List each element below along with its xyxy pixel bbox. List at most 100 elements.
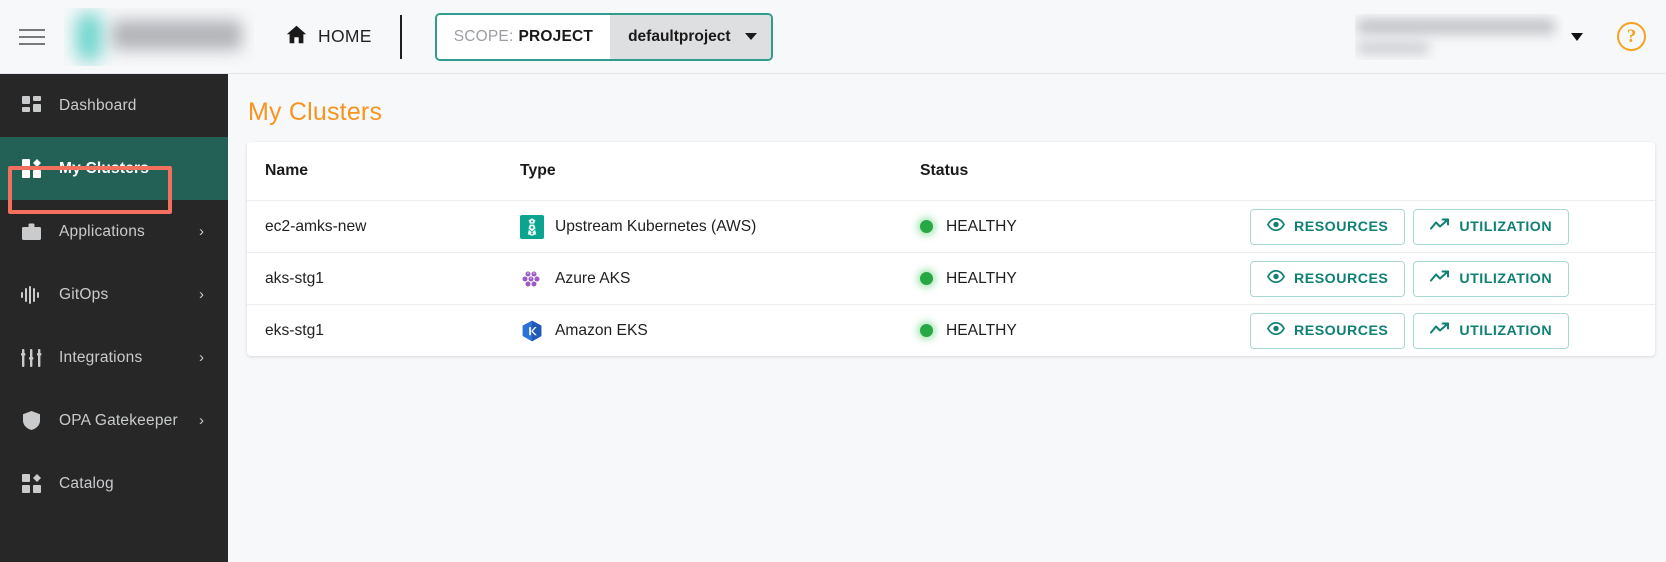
- utilization-button-label: UTILIZATION: [1459, 218, 1553, 235]
- chevron-right-icon: ›: [199, 223, 204, 240]
- app-header: HOME SCOPE: PROJECT defaultproject ?: [0, 0, 1666, 74]
- hamburger-menu-icon[interactable]: [14, 19, 50, 55]
- trend-up-icon: [1430, 218, 1450, 235]
- project-dropdown[interactable]: defaultproject: [610, 14, 771, 59]
- utilization-button[interactable]: UTILIZATION: [1413, 208, 1570, 245]
- waveform-icon: [14, 285, 48, 304]
- status-dot-icon: [920, 220, 933, 233]
- scope-key: SCOPE:: [453, 27, 514, 45]
- resources-button[interactable]: RESOURCES: [1250, 312, 1406, 349]
- utilization-button[interactable]: UTILIZATION: [1413, 260, 1570, 297]
- table-header-row: Name Type Status: [247, 142, 1655, 200]
- cluster-type-label: Amazon EKS: [555, 321, 648, 339]
- cluster-status-cell: HEALTHY: [920, 270, 1250, 288]
- trend-up-icon: [1430, 270, 1450, 287]
- shield-icon: [14, 411, 48, 430]
- sidebar-item-label: Integrations: [59, 348, 143, 366]
- status-dot-icon: [920, 272, 933, 285]
- cluster-type-cell: Upstream Kubernetes (AWS): [520, 214, 920, 239]
- cluster-type-label: Azure AKS: [555, 269, 631, 287]
- sidebar-item-gitops[interactable]: GitOps ›: [0, 263, 228, 326]
- user-role: [1357, 41, 1429, 54]
- home-label: HOME: [318, 26, 372, 46]
- logo-mark: [76, 11, 102, 62]
- resources-button-label: RESOURCES: [1294, 218, 1389, 235]
- cluster-name: aks-stg1: [265, 269, 324, 287]
- sidebar-item-label: My Clusters: [59, 159, 150, 177]
- hamburger-bar: [19, 42, 45, 45]
- row-actions: RESOURCES UTILIZATION: [1250, 260, 1655, 297]
- sliders-icon: [14, 348, 48, 367]
- page-title: My Clusters: [248, 98, 383, 126]
- brand-logo[interactable]: [64, 7, 254, 66]
- user-menu-chevron-down-icon[interactable]: [1571, 32, 1583, 41]
- table-row[interactable]: aks-stg1 Azure AKS HEALTHY RESOURCES UTI…: [247, 252, 1655, 304]
- scope-label-group: SCOPE: PROJECT: [436, 14, 611, 59]
- home-link[interactable]: HOME: [286, 25, 372, 49]
- cluster-type-label: Upstream Kubernetes (AWS): [555, 217, 757, 235]
- header-divider: [399, 14, 402, 59]
- dashboard-grid-icon: [14, 96, 48, 115]
- status-badge: HEALTHY: [946, 217, 1017, 235]
- row-actions: RESOURCES UTILIZATION: [1250, 208, 1655, 245]
- cluster-status-cell: HEALTHY: [920, 218, 1250, 236]
- cluster-type-cell: Azure AKS: [520, 267, 920, 291]
- user-email: [1357, 18, 1555, 34]
- cluster-name: eks-stg1: [265, 321, 324, 339]
- resources-button-label: RESOURCES: [1294, 322, 1389, 339]
- scope-selector[interactable]: SCOPE: PROJECT defaultproject: [434, 12, 773, 61]
- status-badge: HEALTHY: [946, 269, 1017, 287]
- clusters-table-card: Name Type Status ec2-amks-new Upstream K…: [247, 142, 1655, 356]
- sidebar-item-opa-gatekeeper[interactable]: OPA Gatekeeper ›: [0, 389, 228, 452]
- resources-button-label: RESOURCES: [1294, 270, 1389, 287]
- chevron-right-icon: ›: [199, 286, 204, 303]
- sidebar-item-integrations[interactable]: Integrations ›: [0, 326, 228, 389]
- upstream-kubernetes-aws-icon: [520, 214, 544, 239]
- logo-wordmark: [112, 19, 242, 50]
- scope-value: PROJECT: [518, 27, 594, 45]
- resources-button[interactable]: RESOURCES: [1250, 208, 1406, 245]
- user-account-info[interactable]: [1355, 14, 1563, 60]
- cluster-name: ec2-amks-new: [265, 217, 367, 235]
- clusters-grid-icon: [14, 159, 48, 178]
- sidebar-item-label: Catalog: [59, 474, 114, 492]
- sidebar-item-applications[interactable]: Applications ›: [0, 200, 228, 263]
- column-header-type: Type: [520, 162, 556, 179]
- chevron-down-icon: [744, 33, 757, 40]
- eye-icon: [1267, 321, 1285, 339]
- resources-button[interactable]: RESOURCES: [1250, 260, 1406, 297]
- sidebar-item-label: OPA Gatekeeper: [59, 411, 178, 429]
- catalog-grid-icon: [14, 474, 48, 493]
- hamburger-bar: [19, 28, 45, 31]
- sidebar-item-label: GitOps: [59, 285, 109, 303]
- home-icon: [286, 25, 307, 49]
- chevron-right-icon: ›: [199, 412, 204, 429]
- row-actions: RESOURCES UTILIZATION: [1250, 312, 1655, 349]
- utilization-button[interactable]: UTILIZATION: [1413, 312, 1570, 349]
- sidebar-item-label: Applications: [59, 222, 145, 240]
- sidebar-item-my-clusters[interactable]: My Clusters: [0, 137, 228, 200]
- hamburger-bar: [19, 35, 45, 38]
- help-question-icon[interactable]: ?: [1617, 22, 1646, 51]
- sidebar-item-label: Dashboard: [59, 96, 137, 114]
- sidebar-item-catalog[interactable]: Catalog: [0, 452, 228, 515]
- cluster-status-cell: HEALTHY: [920, 322, 1250, 340]
- chevron-right-icon: ›: [199, 349, 204, 366]
- column-header-name: Name: [265, 162, 309, 179]
- briefcase-icon: [14, 223, 48, 241]
- table-row[interactable]: ec2-amks-new Upstream Kubernetes (AWS) H…: [247, 200, 1655, 252]
- utilization-button-label: UTILIZATION: [1459, 270, 1553, 287]
- column-header-status: Status: [920, 162, 969, 179]
- main-content: My Clusters Name Type Status ec2-amks-ne…: [228, 74, 1666, 562]
- sidebar-item-dashboard[interactable]: Dashboard: [0, 74, 228, 137]
- sidebar-nav: Dashboard My Clusters Applications › Git…: [0, 74, 228, 562]
- eye-icon: [1267, 269, 1285, 287]
- project-name: defaultproject: [628, 27, 731, 45]
- utilization-button-label: UTILIZATION: [1459, 322, 1553, 339]
- status-dot-icon: [920, 324, 933, 337]
- azure-aks-icon: [520, 267, 544, 291]
- header-right-group: ?: [1355, 14, 1666, 60]
- status-badge: HEALTHY: [946, 321, 1017, 339]
- amazon-eks-icon: [520, 319, 544, 343]
- table-row[interactable]: eks-stg1 Amazon EKS HEALTHY RESOURCES UT…: [247, 304, 1655, 356]
